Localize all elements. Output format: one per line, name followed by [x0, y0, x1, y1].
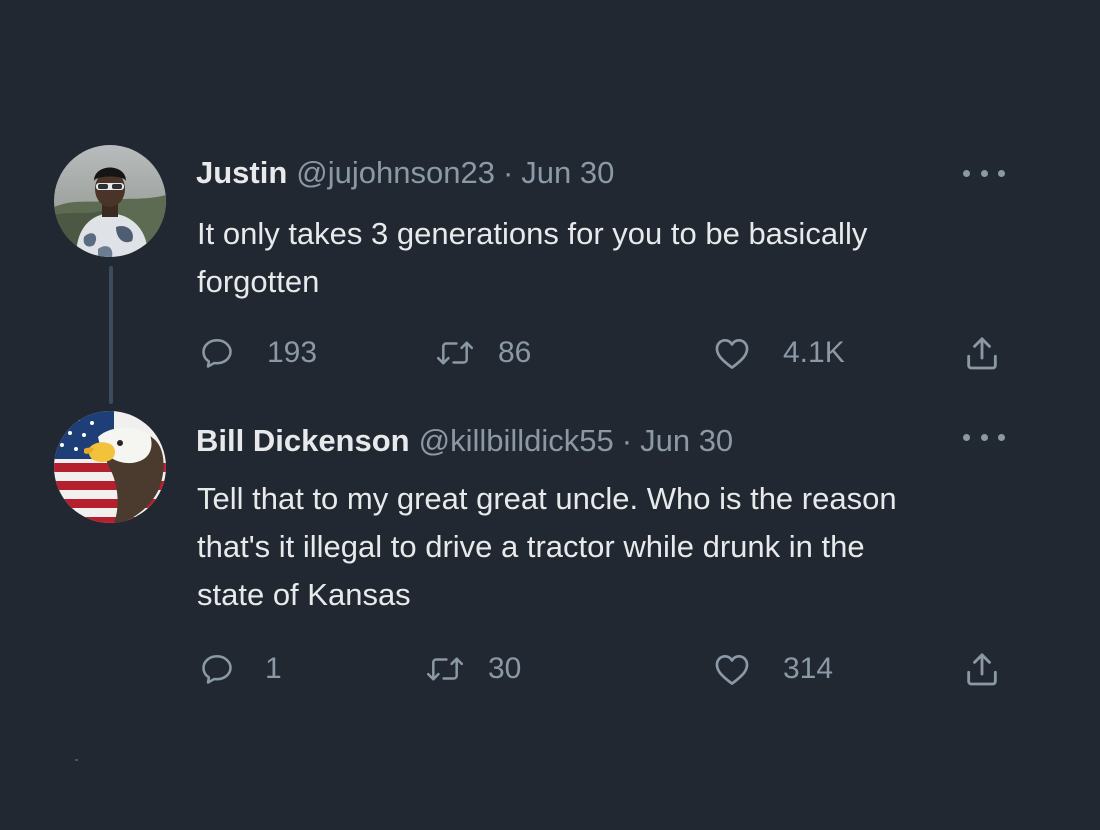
share-button[interactable]	[962, 647, 1002, 691]
tweet-actions: 193 86 4.1K	[0, 331, 1100, 375]
avatar[interactable]	[54, 145, 166, 257]
tweet-header: Justin @jujohnson23 · Jun 30	[196, 153, 614, 193]
reply-count: 193	[267, 336, 318, 369]
share-icon	[967, 337, 997, 370]
like-button[interactable]: 314	[713, 647, 833, 691]
reply-icon	[202, 654, 232, 684]
separator-dot: ·	[621, 423, 633, 458]
share-button[interactable]	[962, 331, 1002, 375]
author-name[interactable]: Justin	[196, 153, 287, 193]
author-name[interactable]: Bill Dickenson	[196, 421, 410, 461]
retweet-count: 86	[498, 336, 532, 369]
like-count: 4.1K	[783, 336, 845, 369]
reply-count: 1	[265, 652, 282, 685]
retweet-button[interactable]: 30	[426, 647, 521, 691]
eagle-flag-avatar-icon	[54, 411, 166, 523]
tweet-thread: Justin @jujohnson23 · Jun 30 It only tak…	[0, 0, 1100, 830]
retweet-icon	[426, 657, 464, 681]
tweet-text: It only takes 3 generations for you to b…	[197, 216, 868, 299]
more-icon[interactable]	[963, 166, 1005, 180]
reply-button[interactable]: 1	[199, 647, 282, 691]
share-icon	[967, 653, 997, 686]
like-icon	[715, 338, 749, 369]
tweet-actions: 1 30 314	[0, 647, 1100, 691]
tweet-date[interactable]: Jun 30	[640, 421, 733, 461]
background-speck	[75, 759, 78, 761]
retweet-icon	[436, 341, 474, 365]
retweet-count: 30	[488, 652, 522, 685]
tweet-header: Bill Dickenson @killbilldick55 · Jun 30	[196, 421, 733, 461]
separator-dot: ·	[502, 155, 514, 190]
person-with-sunglasses-avatar-icon	[54, 145, 166, 257]
like-count: 314	[783, 652, 834, 685]
retweet-button[interactable]: 86	[436, 331, 531, 375]
reply-button[interactable]: 193	[199, 331, 317, 375]
author-handle[interactable]: @jujohnson23	[296, 153, 495, 193]
reply-icon	[202, 338, 232, 368]
tweet-text: Tell that to my great great uncle. Who i…	[197, 481, 897, 612]
like-icon	[715, 654, 749, 685]
like-button[interactable]: 4.1K	[713, 331, 845, 375]
tweet-date[interactable]: Jun 30	[521, 153, 614, 193]
avatar[interactable]	[54, 411, 166, 523]
more-icon[interactable]	[963, 430, 1005, 444]
author-handle[interactable]: @killbilldick55	[419, 421, 614, 461]
